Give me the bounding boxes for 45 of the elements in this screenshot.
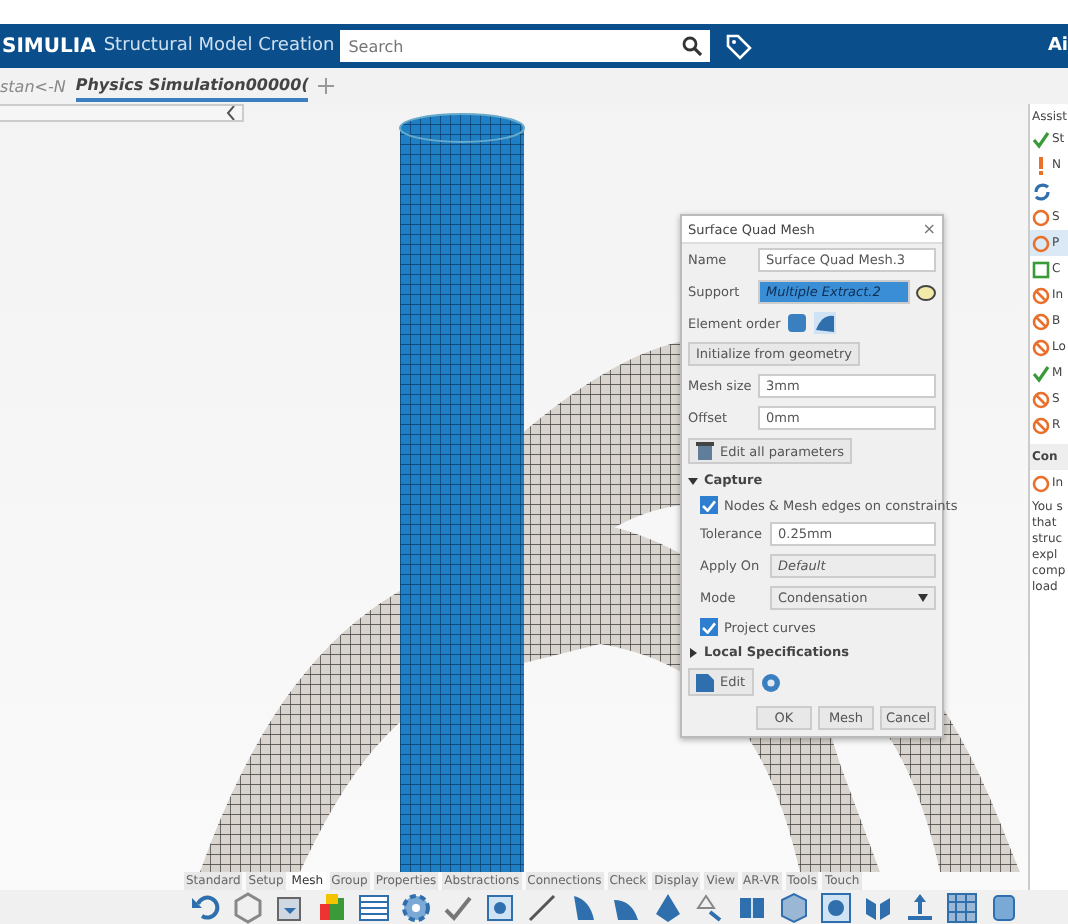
quadratic-element-icon xyxy=(814,312,837,334)
gear-icon xyxy=(759,671,782,693)
eraser-icon xyxy=(916,283,936,301)
check-icon xyxy=(1032,363,1050,383)
document-icon xyxy=(696,672,714,692)
app-title: Structural Model Creation xyxy=(103,36,335,56)
circle-icon xyxy=(1032,473,1050,493)
part-icon[interactable] xyxy=(274,891,306,923)
grid-icon[interactable] xyxy=(946,891,978,923)
square-mesh-icon[interactable] xyxy=(484,891,516,923)
no-entry-icon xyxy=(1032,415,1050,435)
linear-element-icon xyxy=(786,312,809,334)
no-entry-icon xyxy=(1032,285,1050,305)
caret-down-icon xyxy=(918,594,928,602)
arrow-up-icon[interactable] xyxy=(904,891,936,923)
trash-icon xyxy=(696,442,714,460)
no-entry-icon xyxy=(1032,337,1050,357)
colored-part-icon[interactable] xyxy=(316,891,348,923)
undo-icon[interactable] xyxy=(190,891,222,923)
target-icon[interactable] xyxy=(820,891,852,923)
circle-icon xyxy=(1032,233,1050,253)
user-initials[interactable]: Ai xyxy=(1047,36,1068,56)
close-button[interactable]: × xyxy=(922,220,936,238)
refresh-icon xyxy=(1032,181,1050,201)
circle-icon xyxy=(1032,207,1050,227)
gear-icon[interactable] xyxy=(400,891,432,923)
no-entry-icon xyxy=(1032,311,1050,331)
square-icon xyxy=(1032,259,1050,279)
checkbox[interactable] xyxy=(700,618,718,636)
surface-icon[interactable] xyxy=(568,891,600,923)
tag-icon[interactable] xyxy=(724,32,753,60)
transform-icon[interactable] xyxy=(694,891,726,923)
check-tool-icon[interactable] xyxy=(442,891,474,923)
plus-icon xyxy=(318,78,335,94)
no-entry-icon xyxy=(1032,389,1050,409)
chevron-left-icon xyxy=(226,106,236,120)
cylinder-icon[interactable] xyxy=(988,891,1020,923)
checkbox[interactable] xyxy=(700,496,718,514)
search-icon xyxy=(682,36,703,56)
hexagon-icon[interactable] xyxy=(232,891,264,923)
check-icon xyxy=(1032,129,1050,149)
search-field[interactable]: Search xyxy=(340,30,711,62)
brand-name: SIMULIA xyxy=(2,35,96,57)
table-icon[interactable] xyxy=(358,891,390,923)
line-icon[interactable] xyxy=(526,891,558,923)
